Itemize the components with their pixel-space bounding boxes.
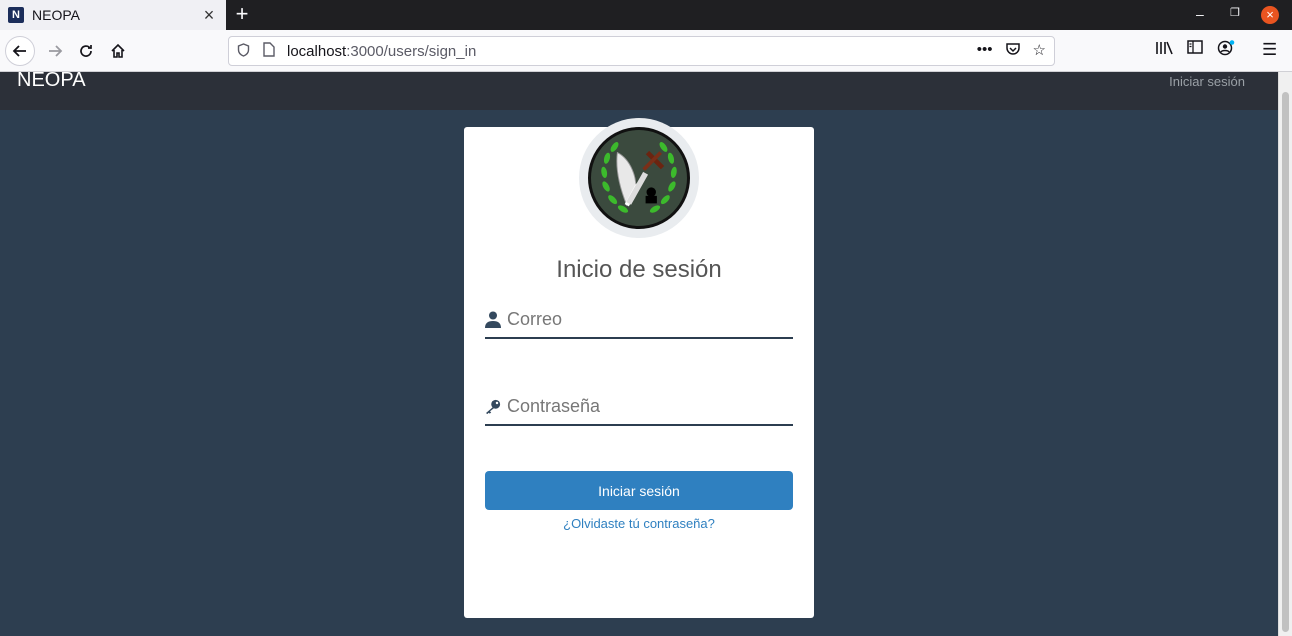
login-title: Inicio de sesión: [556, 256, 722, 283]
browser-tab[interactable]: N NEOPA ×: [0, 0, 226, 30]
browser-tabbar: N NEOPA × + – ❐ ×: [0, 0, 1292, 30]
forgot-password-link[interactable]: ¿Olvidaste tú contraseña?: [464, 516, 814, 531]
user-icon: [485, 311, 501, 329]
browser-navbar: localhost:3000/users/sign_in ••• ☆ ☰: [0, 30, 1292, 72]
restore-window-icon[interactable]: ❐: [1230, 6, 1242, 20]
tab-title: NEOPA: [32, 7, 80, 23]
close-tab-icon[interactable]: ×: [200, 6, 218, 24]
forward-button[interactable]: [40, 36, 70, 66]
page-icon: [263, 42, 281, 60]
sidebar-icon[interactable]: [1187, 40, 1203, 60]
home-button[interactable]: [103, 36, 133, 66]
arrow-left-icon: [12, 45, 26, 57]
favicon-icon: N: [8, 7, 24, 23]
key-icon: [485, 398, 501, 416]
pocket-icon[interactable]: [1005, 41, 1021, 61]
app-header: NEOPA Iniciar sesión: [0, 72, 1278, 110]
login-card: Inicio de sesión Iniciar sesión ¿Olvidas…: [464, 118, 814, 618]
hamburger-menu-icon[interactable]: ☰: [1262, 40, 1277, 60]
back-button[interactable]: [5, 36, 35, 66]
password-input[interactable]: [507, 396, 787, 417]
reload-button[interactable]: [71, 36, 101, 66]
scrollbar-thumb[interactable]: [1282, 92, 1289, 632]
login-submit-button[interactable]: Iniciar sesión: [485, 471, 793, 510]
header-login-link[interactable]: Iniciar sesión: [1169, 74, 1245, 89]
email-input[interactable]: [507, 309, 787, 330]
bookmark-star-icon[interactable]: ☆: [1033, 41, 1046, 61]
password-field: [485, 389, 793, 426]
email-field: [485, 302, 793, 339]
shield-icon[interactable]: [237, 42, 253, 60]
logo-badge: [579, 118, 699, 238]
page-viewport: NEOPA Iniciar sesión Inicio de sesión Co…: [0, 72, 1278, 636]
reload-icon: [80, 45, 92, 57]
arrow-right-icon: [49, 45, 63, 57]
url-bar[interactable]: localhost:3000/users/sign_in ••• ☆: [228, 36, 1055, 66]
new-tab-button[interactable]: +: [231, 3, 253, 25]
quill-sword-emblem-icon: [588, 127, 690, 229]
library-icon[interactable]: [1155, 40, 1173, 60]
brand-logo-text[interactable]: NEOPA: [17, 72, 86, 90]
url-text[interactable]: localhost:3000/users/sign_in: [287, 43, 476, 60]
more-actions-icon[interactable]: •••: [977, 41, 993, 61]
close-window-icon[interactable]: ×: [1261, 6, 1279, 24]
minimize-window-icon[interactable]: –: [1196, 6, 1204, 22]
page-scrollbar[interactable]: [1278, 72, 1292, 636]
account-icon[interactable]: [1217, 40, 1235, 60]
home-icon: [111, 43, 125, 58]
